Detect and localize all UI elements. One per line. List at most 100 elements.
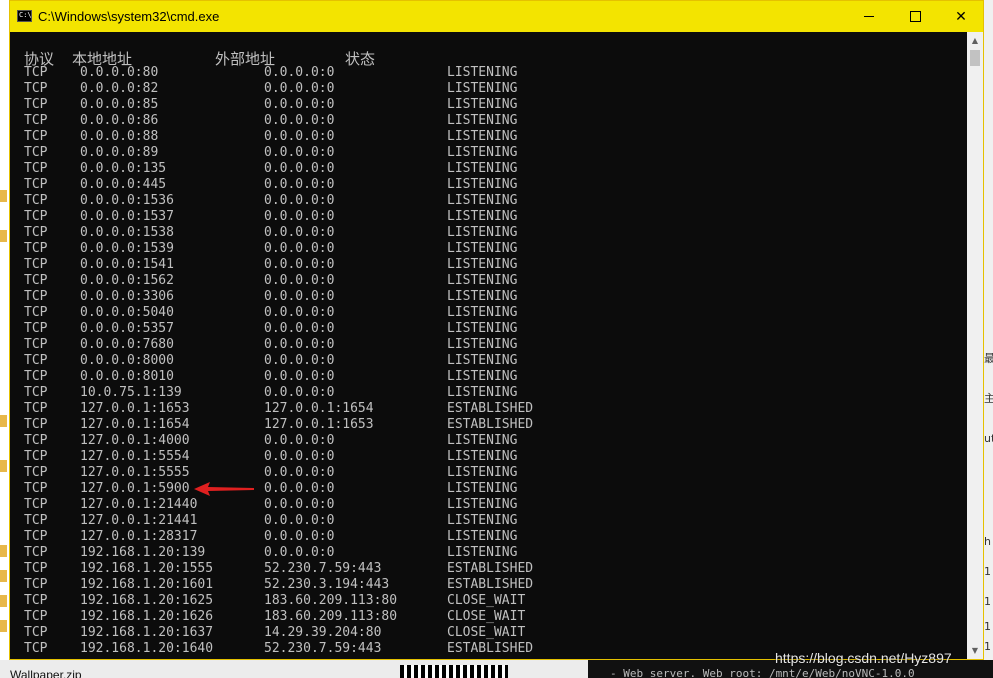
row-protocol: TCP bbox=[24, 369, 48, 384]
table-row: TCP 192.168.1.20:1555 52.230.7.59:443 ESTAB… bbox=[10, 561, 966, 577]
row-protocol: TCP bbox=[24, 81, 48, 96]
row-protocol: TCP bbox=[24, 161, 48, 176]
console-output[interactable]: 协议 本地地址 外部地址 状态 TCP 0.0.0.0:80 0.0.0.0:0 LI… bbox=[10, 32, 966, 659]
table-row: TCP 127.0.0.1:1653 127.0.0.1:1654 ESTABLISH… bbox=[10, 401, 966, 417]
row-foreign-address: 183.60.209.113:80 bbox=[264, 593, 398, 608]
table-row: TCP 192.168.1.20:1637 14.29.39.204:80 CLOSE… bbox=[10, 625, 966, 641]
row-protocol: TCP bbox=[24, 321, 48, 336]
row-state: LISTENING bbox=[447, 433, 518, 448]
row-local-address: 0.0.0.0:88 bbox=[80, 129, 159, 144]
row-state: LISTENING bbox=[447, 97, 518, 112]
row-local-address: 0.0.0.0:7680 bbox=[80, 337, 174, 352]
background-text: 1 bbox=[984, 620, 991, 633]
row-state: LISTENING bbox=[447, 481, 518, 496]
row-state: LISTENING bbox=[447, 449, 518, 464]
row-local-address: 192.168.1.20:139 bbox=[80, 545, 206, 560]
row-protocol: TCP bbox=[24, 225, 48, 240]
row-local-address: 0.0.0.0:85 bbox=[80, 97, 159, 112]
row-foreign-address: 0.0.0.0:0 bbox=[264, 193, 335, 208]
background-file-name[interactable]: Wallpaper.zip bbox=[10, 668, 82, 678]
table-row: TCP 0.0.0.0:1562 0.0.0.0:0 LISTENING bbox=[10, 273, 966, 289]
row-foreign-address: 0.0.0.0:0 bbox=[264, 129, 335, 144]
background-window-right-edge: 最 主 ut h 1 1 1 1 bbox=[984, 0, 993, 678]
row-state: CLOSE_WAIT bbox=[447, 609, 526, 624]
row-foreign-address: 0.0.0.0:0 bbox=[264, 209, 335, 224]
row-state: LISTENING bbox=[447, 145, 518, 160]
row-local-address: 0.0.0.0:1562 bbox=[80, 273, 174, 288]
row-protocol: TCP bbox=[24, 577, 48, 592]
table-row: TCP 10.0.75.1:139 0.0.0.0:0 LISTENING bbox=[10, 385, 966, 401]
row-local-address: 127.0.0.1:5900 bbox=[80, 481, 190, 496]
table-row: TCP 0.0.0.0:5357 0.0.0.0:0 LISTENING bbox=[10, 321, 966, 337]
title-bar[interactable]: C:\ C:\Windows\system32\cmd.exe ✕ bbox=[10, 1, 983, 32]
table-row: TCP 0.0.0.0:85 0.0.0.0:0 LISTENING bbox=[10, 97, 966, 113]
background-terminal-text: - Web server. Web root: /mnt/e/Web/noVNC… bbox=[610, 667, 915, 678]
row-foreign-address: 52.230.7.59:443 bbox=[264, 641, 382, 656]
row-local-address: 0.0.0.0:8010 bbox=[80, 369, 174, 384]
row-state: LISTENING bbox=[447, 353, 518, 368]
scroll-up-icon: ▲ bbox=[971, 36, 979, 45]
row-foreign-address: 52.230.7.59:443 bbox=[264, 561, 382, 576]
cmd-icon[interactable]: C:\ bbox=[17, 10, 32, 22]
scroll-down-button[interactable]: ▼ bbox=[967, 642, 983, 659]
row-local-address: 127.0.0.1:4000 bbox=[80, 433, 190, 448]
background-text: 1 bbox=[984, 565, 991, 578]
row-state: LISTENING bbox=[447, 161, 518, 176]
row-protocol: TCP bbox=[24, 129, 48, 144]
table-row: TCP 0.0.0.0:5040 0.0.0.0:0 LISTENING bbox=[10, 305, 966, 321]
row-state: LISTENING bbox=[447, 113, 518, 128]
row-protocol: TCP bbox=[24, 209, 48, 224]
watermark: https://blog.csdn.net/Hyz897 bbox=[775, 650, 952, 666]
table-row: TCP 0.0.0.0:86 0.0.0.0:0 LISTENING bbox=[10, 113, 966, 129]
table-row: TCP 0.0.0.0:135 0.0.0.0:0 LISTENING bbox=[10, 161, 966, 177]
row-state: LISTENING bbox=[447, 305, 518, 320]
row-foreign-address: 0.0.0.0:0 bbox=[264, 145, 335, 160]
row-protocol: TCP bbox=[24, 193, 48, 208]
row-state: LISTENING bbox=[447, 257, 518, 272]
row-foreign-address: 0.0.0.0:0 bbox=[264, 465, 335, 480]
background-text: 主 bbox=[984, 392, 993, 405]
minimize-icon bbox=[864, 16, 874, 17]
row-state: ESTABLISHED bbox=[447, 577, 534, 592]
table-row: TCP 0.0.0.0:445 0.0.0.0:0 LISTENING bbox=[10, 177, 966, 193]
row-local-address: 10.0.75.1:139 bbox=[80, 385, 182, 400]
scroll-up-button[interactable]: ▲ bbox=[967, 32, 983, 49]
row-protocol: TCP bbox=[24, 561, 48, 576]
row-foreign-address: 0.0.0.0:0 bbox=[264, 385, 335, 400]
close-icon: ✕ bbox=[955, 8, 967, 25]
row-state: LISTENING bbox=[447, 177, 518, 192]
cmd-window[interactable]: C:\ C:\Windows\system32\cmd.exe ✕ 协议 本地地… bbox=[9, 0, 984, 660]
row-foreign-address: 0.0.0.0:0 bbox=[264, 81, 335, 96]
row-state: ESTABLISHED bbox=[447, 561, 534, 576]
row-local-address: 0.0.0.0:1539 bbox=[80, 241, 174, 256]
table-row: TCP 0.0.0.0:89 0.0.0.0:0 LISTENING bbox=[10, 145, 966, 161]
row-protocol: TCP bbox=[24, 449, 48, 464]
row-protocol: TCP bbox=[24, 177, 48, 192]
table-row: TCP 0.0.0.0:1537 0.0.0.0:0 LISTENING bbox=[10, 209, 966, 225]
row-protocol: TCP bbox=[24, 145, 48, 160]
maximize-button[interactable] bbox=[892, 1, 938, 32]
row-state: LISTENING bbox=[447, 193, 518, 208]
row-state: ESTABLISHED bbox=[447, 417, 534, 432]
table-row: TCP 127.0.0.1:5900 0.0.0.0:0 LISTENING bbox=[10, 481, 966, 497]
close-button[interactable]: ✕ bbox=[938, 1, 984, 32]
row-state: CLOSE_WAIT bbox=[447, 593, 526, 608]
row-foreign-address: 0.0.0.0:0 bbox=[264, 225, 335, 240]
row-protocol: TCP bbox=[24, 465, 48, 480]
row-local-address: 0.0.0.0:1538 bbox=[80, 225, 174, 240]
minimize-button[interactable] bbox=[846, 1, 892, 32]
row-foreign-address: 0.0.0.0:0 bbox=[264, 97, 335, 112]
row-foreign-address: 0.0.0.0:0 bbox=[264, 353, 335, 368]
desktop: 最 主 ut h 1 1 1 1 Wallpaper.zip - Web ser… bbox=[0, 0, 993, 678]
row-state: LISTENING bbox=[447, 289, 518, 304]
table-row: TCP 0.0.0.0:3306 0.0.0.0:0 LISTENING bbox=[10, 289, 966, 305]
vertical-scrollbar[interactable]: ▲ ▼ bbox=[967, 32, 983, 659]
table-row: TCP 127.0.0.1:5554 0.0.0.0:0 LISTENING bbox=[10, 449, 966, 465]
table-row: TCP 192.168.1.20:1625 183.60.209.113:80 CLO… bbox=[10, 593, 966, 609]
red-arrow-annotation-shape bbox=[194, 482, 254, 496]
scroll-thumb[interactable] bbox=[970, 50, 980, 66]
row-protocol: TCP bbox=[24, 545, 48, 560]
row-state: LISTENING bbox=[447, 65, 518, 80]
row-protocol: TCP bbox=[24, 529, 48, 544]
folder-icon bbox=[0, 620, 7, 632]
